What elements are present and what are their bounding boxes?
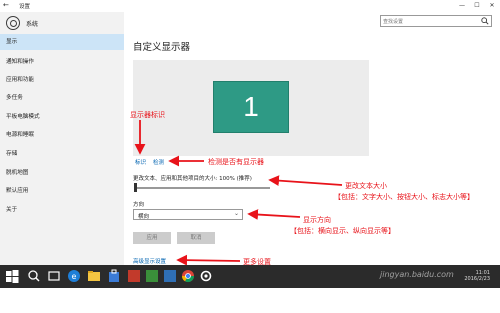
windows-start-icon[interactable] — [4, 268, 20, 284]
annotation-scale-detail: 【包括：文字大小、按钮大小、标志大小等】 — [334, 193, 474, 201]
chrome-icon[interactable] — [180, 268, 196, 284]
sidebar-item-about[interactable]: 关于 — [0, 202, 124, 218]
orientation-label: 方向 — [133, 202, 145, 208]
sidebar-item-apps[interactable]: 应用和功能 — [0, 72, 124, 88]
bottom-margin — [0, 288, 500, 313]
gear-icon[interactable] — [6, 16, 20, 30]
annotation-orientation-title: 显示方向 — [303, 216, 331, 224]
app-icon[interactable] — [144, 268, 160, 284]
sidebar-item-notifications[interactable]: 通知和操作 — [0, 54, 124, 70]
sidebar-item-offline-maps[interactable]: 脱机地图 — [0, 165, 124, 181]
sidebar-item-multitasking[interactable]: 多任务 — [0, 90, 124, 106]
store-icon[interactable] — [106, 268, 122, 284]
search-icon[interactable] — [26, 268, 42, 284]
svg-text:e: e — [72, 272, 77, 281]
annotation-scale-title: 更改文本大小 — [345, 182, 387, 190]
search-icon[interactable] — [481, 17, 489, 25]
minimize-button[interactable]: — — [455, 0, 469, 11]
annotation-orientation-detail: 【包括：横向显示、纵向显示等】 — [290, 227, 395, 235]
search-input[interactable] — [383, 17, 479, 26]
monitor-number: 1 — [243, 91, 259, 122]
scale-slider-track[interactable] — [135, 187, 270, 189]
chevron-down-icon: ⌄ — [233, 210, 239, 217]
monitor-tile[interactable]: 1 — [213, 81, 289, 133]
sidebar-home-label[interactable]: 系统 — [26, 19, 38, 28]
title-bar: ← 设置 — ☐ ✕ — [0, 0, 500, 12]
app-icon[interactable] — [162, 268, 178, 284]
search-box[interactable] — [380, 15, 492, 27]
app-icon[interactable] — [126, 268, 142, 284]
detect-link[interactable]: 检测 — [153, 158, 164, 166]
scale-slider-thumb[interactable] — [134, 183, 137, 192]
close-button[interactable]: ✕ — [485, 0, 499, 11]
arrow-scale — [268, 175, 343, 187]
annotation-identify: 显示器标识 — [130, 111, 165, 119]
orientation-value: 横向 — [138, 214, 150, 220]
arrow-more — [176, 254, 241, 266]
sidebar-item-default-apps[interactable]: 默认应用 — [0, 183, 124, 199]
window-title: 设置 — [19, 4, 31, 10]
scale-label: 更改文本、应用和其他项目的大小: 100% (推荐) — [133, 176, 252, 182]
apply-button[interactable]: 应用 — [133, 232, 171, 244]
sidebar: 系统 显示 通知和操作 应用和功能 多任务 平板电脑模式 电源和睡眠 存储 脱机… — [0, 12, 124, 265]
file-explorer-icon[interactable] — [86, 268, 102, 284]
task-view-icon[interactable] — [46, 268, 62, 284]
watermark: jingyan.baidu.com — [380, 270, 454, 279]
sidebar-item-display[interactable]: 显示 — [0, 34, 124, 50]
advanced-display-settings-link[interactable]: 高级显示设置 — [133, 257, 166, 265]
identify-link[interactable]: 标识 — [135, 158, 146, 166]
sidebar-item-storage[interactable]: 存储 — [0, 146, 124, 162]
cancel-button[interactable]: 取消 — [177, 232, 215, 244]
annotation-detect: 检测是否有显示器 — [208, 158, 264, 166]
sidebar-item-power[interactable]: 电源和睡眠 — [0, 127, 124, 143]
page-title: 自定义显示器 — [133, 42, 191, 53]
settings-window: ← 设置 — ☐ ✕ 系统 显示 通知和操作 应用和功能 多任务 平板电脑模式 … — [0, 0, 500, 313]
maximize-button[interactable]: ☐ — [470, 0, 484, 11]
arrow-orientation — [247, 209, 301, 220]
settings-icon[interactable] — [198, 268, 214, 284]
edge-browser-icon[interactable]: e — [66, 268, 82, 284]
orientation-dropdown[interactable]: 横向 ⌄ — [133, 209, 243, 220]
back-arrow-icon[interactable]: ← — [3, 1, 9, 9]
sidebar-item-tablet-mode[interactable]: 平板电脑模式 — [0, 109, 124, 125]
